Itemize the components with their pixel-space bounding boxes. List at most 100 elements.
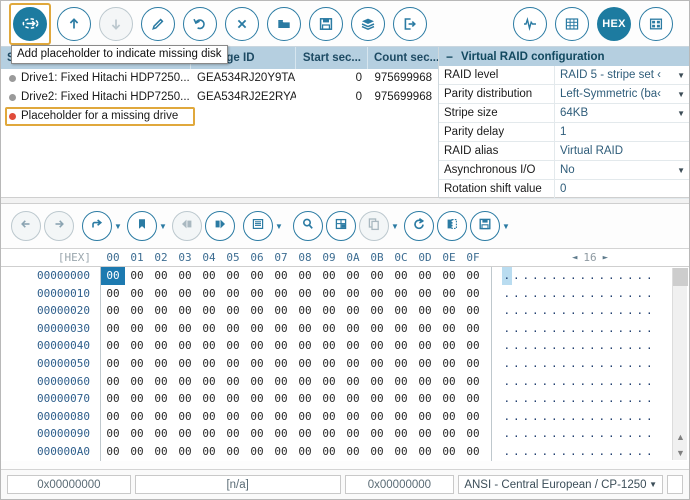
ascii-cell[interactable]: . xyxy=(588,302,598,320)
hex-byte-cell[interactable]: 00 xyxy=(197,390,221,408)
disk-map-button[interactable] xyxy=(555,6,589,41)
hex-byte-cell[interactable]: 00 xyxy=(197,320,221,338)
hex-byte-cell[interactable]: 00 xyxy=(149,355,173,373)
hex-byte-cell[interactable]: 00 xyxy=(413,390,437,408)
ascii-cell[interactable]: . xyxy=(521,355,531,373)
ascii-cell[interactable]: . xyxy=(512,355,522,373)
hex-byte-cell[interactable]: 00 xyxy=(293,425,317,443)
save-button[interactable] xyxy=(309,6,343,41)
hex-byte-cell[interactable]: 00 xyxy=(437,320,461,338)
ascii-cell[interactable]: . xyxy=(569,355,579,373)
ascii-cell[interactable]: . xyxy=(540,373,550,391)
hex-byte-cell[interactable]: 00 xyxy=(317,443,341,461)
ascii-cell[interactable]: . xyxy=(607,267,617,285)
ascii-cell[interactable]: . xyxy=(521,337,531,355)
hex-byte-cell[interactable]: 00 xyxy=(365,267,389,285)
move-down-button[interactable] xyxy=(99,6,133,41)
ascii-cell[interactable]: . xyxy=(616,408,626,426)
refresh-button[interactable] xyxy=(404,211,434,241)
layers-button[interactable] xyxy=(351,6,385,41)
templates-list-button[interactable] xyxy=(243,211,273,241)
hex-byte-cell[interactable]: 00 xyxy=(341,408,365,426)
ascii-cell[interactable]: . xyxy=(540,267,550,285)
hex-byte-cell[interactable]: 00 xyxy=(413,373,437,391)
ascii-cell[interactable]: . xyxy=(645,285,655,303)
bytes-per-row-stepper[interactable]: ◄ 16 ► xyxy=(491,251,689,264)
ascii-cell[interactable]: . xyxy=(521,320,531,338)
ascii-cell[interactable]: . xyxy=(559,390,569,408)
hex-byte-cell[interactable]: 00 xyxy=(269,302,293,320)
ascii-cell[interactable]: . xyxy=(616,320,626,338)
hex-byte-cell[interactable]: 00 xyxy=(125,285,149,303)
ascii-cell[interactable]: . xyxy=(607,390,617,408)
hex-byte-cell[interactable]: 00 xyxy=(149,443,173,461)
hex-byte-cell[interactable]: 00 xyxy=(269,373,293,391)
ascii-cell[interactable]: . xyxy=(531,425,541,443)
hex-byte-cell[interactable]: 00 xyxy=(293,267,317,285)
inspector-button[interactable] xyxy=(326,211,356,241)
hex-byte-cell[interactable]: 00 xyxy=(317,390,341,408)
hex-byte-cell[interactable]: 00 xyxy=(389,320,413,338)
hex-byte-cell[interactable]: 00 xyxy=(221,267,245,285)
hex-byte-cell[interactable]: 00 xyxy=(317,337,341,355)
table-row[interactable]: Drive1: Fixed Hitachi HDP7250... GEA534R… xyxy=(1,69,438,88)
hex-byte-cell[interactable]: 00 xyxy=(101,425,125,443)
hex-byte-cell[interactable]: 00 xyxy=(389,443,413,461)
hex-byte-cell[interactable]: 00 xyxy=(389,390,413,408)
hex-byte-cell[interactable]: 00 xyxy=(101,408,125,426)
hex-byte-cell[interactable]: 00 xyxy=(317,267,341,285)
ascii-cell[interactable]: . xyxy=(531,267,541,285)
ascii-cell[interactable]: . xyxy=(502,337,512,355)
ascii-cell[interactable]: . xyxy=(569,285,579,303)
encoding-select[interactable]: ANSI - Central European / CP-1250 ▼ xyxy=(458,475,664,494)
edit-button[interactable] xyxy=(141,6,175,41)
increase-bytes-per-row-icon[interactable]: ► xyxy=(603,253,608,263)
hex-byte-cell[interactable]: 00 xyxy=(101,302,125,320)
ascii-cell[interactable]: . xyxy=(502,355,512,373)
ascii-cell[interactable]: . xyxy=(531,373,541,391)
ascii-cell[interactable]: . xyxy=(578,355,588,373)
ascii-cell[interactable]: . xyxy=(626,425,636,443)
ascii-cell[interactable]: . xyxy=(578,408,588,426)
hex-byte-cell[interactable]: 00 xyxy=(125,355,149,373)
hex-byte-cell[interactable]: 00 xyxy=(245,285,269,303)
save-hex-dropdown-icon[interactable]: ▼ xyxy=(500,222,512,231)
hex-byte-cell[interactable]: 00 xyxy=(197,355,221,373)
chevron-down-icon[interactable]: ▼ xyxy=(677,161,685,179)
hex-byte-cell[interactable]: 00 xyxy=(245,302,269,320)
ascii-cell[interactable]: . xyxy=(597,355,607,373)
hex-byte-grid[interactable]: 00 00 00 00 00 00 00 00 00 00 00 00 00 00 00 00 00 00 00 00… xyxy=(101,267,491,461)
ascii-cell[interactable]: . xyxy=(645,373,655,391)
ascii-cell[interactable]: . xyxy=(540,425,550,443)
hex-byte-cell[interactable]: 00 xyxy=(125,425,149,443)
hex-byte-cell[interactable]: 00 xyxy=(125,373,149,391)
hex-byte-cell[interactable]: 00 xyxy=(101,373,125,391)
ascii-cell[interactable]: . xyxy=(597,443,607,461)
hex-byte-cell[interactable]: 00 xyxy=(341,267,365,285)
ascii-cell[interactable]: . xyxy=(531,355,541,373)
ascii-cell[interactable]: . xyxy=(559,320,569,338)
hex-byte-cell[interactable]: 00 xyxy=(341,425,365,443)
hex-byte-cell[interactable]: 00 xyxy=(437,443,461,461)
ascii-cell[interactable]: . xyxy=(569,408,579,426)
hex-byte-cell[interactable]: 00 xyxy=(365,285,389,303)
ascii-cell[interactable]: . xyxy=(531,285,541,303)
hex-byte-cell[interactable]: 00 xyxy=(461,355,485,373)
ascii-cell[interactable]: . xyxy=(645,337,655,355)
hex-byte-cell[interactable]: 00 xyxy=(101,337,125,355)
hex-byte-cell[interactable]: 00 xyxy=(269,337,293,355)
hex-byte-cell[interactable]: 00 xyxy=(149,337,173,355)
hex-byte-cell[interactable]: 00 xyxy=(461,285,485,303)
ascii-cell[interactable]: . xyxy=(502,285,512,303)
ascii-cell[interactable]: . xyxy=(645,390,655,408)
ascii-cell[interactable]: . xyxy=(635,355,645,373)
ascii-cell[interactable]: . xyxy=(531,443,541,461)
hex-byte-cell[interactable]: 00 xyxy=(317,320,341,338)
hex-byte-cell[interactable]: 00 xyxy=(437,285,461,303)
open-button[interactable] xyxy=(267,6,301,41)
hex-byte-cell[interactable]: 00 xyxy=(221,390,245,408)
ascii-cell[interactable]: . xyxy=(521,390,531,408)
hex-byte-cell[interactable]: 00 xyxy=(461,425,485,443)
stripe-size-select[interactable]: 64KB ▼ xyxy=(555,104,689,122)
export-button[interactable] xyxy=(393,6,427,41)
